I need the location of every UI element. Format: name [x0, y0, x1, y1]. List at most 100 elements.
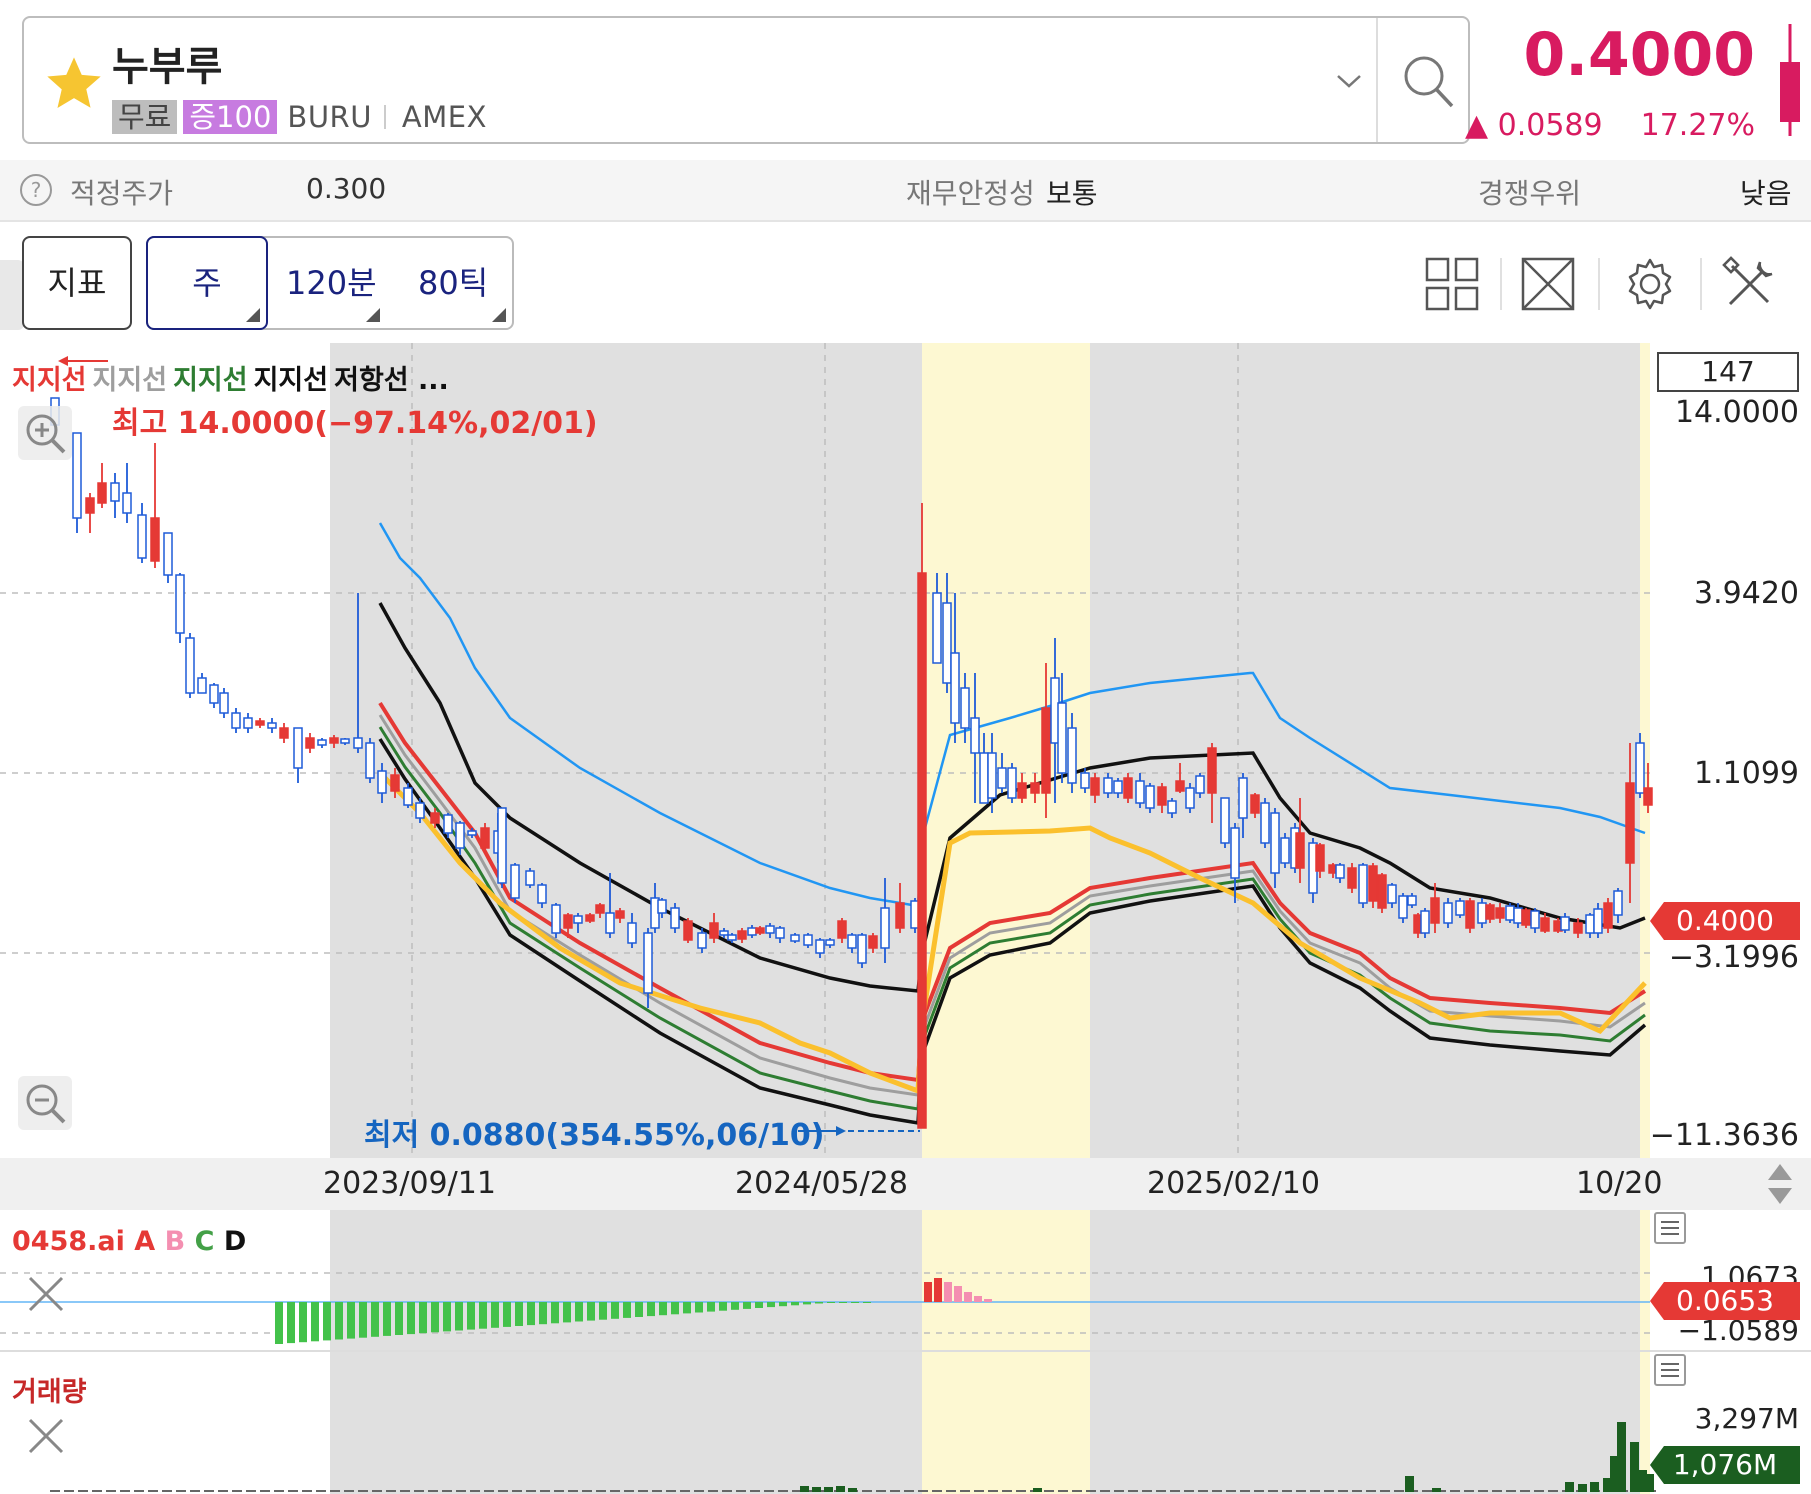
candle-body: [1603, 902, 1613, 929]
period-120min-button[interactable]: 120분: [286, 238, 377, 328]
sub1-tag: 0.0653: [1650, 1282, 1800, 1320]
scroll-updown-icon[interactable]: [1764, 1162, 1796, 1206]
chart-legend[interactable]: 지지선 지지선 지지선 지지선 저항선 ...: [12, 358, 455, 397]
candle-body: [510, 864, 520, 899]
sub1-bar: [707, 1302, 715, 1312]
help-icon[interactable]: ?: [20, 174, 52, 206]
candle-body: [255, 720, 265, 726]
side-panel-handle[interactable]: [0, 260, 24, 330]
date-axis[interactable]: 2023/09/11 2024/05/28 2025/02/10 10/20: [0, 1158, 1811, 1210]
volume-bar: [442, 1490, 452, 1492]
period-week-button[interactable]: 주: [146, 236, 268, 330]
volume-bar: [540, 1490, 550, 1492]
price-change: ▲ 0.0589 17.27%: [1465, 108, 1755, 143]
volume-bar: [330, 1490, 340, 1492]
volume-bar: [904, 1490, 914, 1492]
sub1-bar: [275, 1302, 283, 1344]
sub1-bar: [695, 1302, 703, 1313]
volume-bar: [316, 1490, 326, 1492]
sub1-close-icon[interactable]: [26, 1274, 66, 1314]
volume-bar: [50, 1490, 60, 1492]
candle-body: [1347, 867, 1357, 889]
sub1-name: 0458.ai: [12, 1226, 125, 1257]
candle-body: [1017, 782, 1027, 799]
sub1-bar: [954, 1286, 962, 1302]
max-price-label: 최고 14.0000(−97.14%,02/01): [112, 406, 598, 441]
sub1-bar: [974, 1296, 982, 1302]
candle-body: [365, 742, 375, 779]
candle-body: [790, 934, 800, 942]
date-tick-4: 10/20: [1576, 1166, 1663, 1201]
period-80tick-label: 80틱: [418, 264, 489, 302]
candle-body: [737, 930, 747, 940]
sub1-bar: [551, 1302, 559, 1324]
stock-search-box[interactable]: 누부루 무료 증100 BURU AMEX: [22, 16, 1470, 144]
candle-body: [185, 637, 195, 694]
volume-bar: [582, 1490, 592, 1492]
favorite-star-icon[interactable]: [42, 52, 106, 116]
sub1-bar: [791, 1302, 799, 1306]
volume-bar: [120, 1490, 130, 1492]
fullscreen-icon[interactable]: [1520, 256, 1576, 312]
sub2-close-icon[interactable]: [26, 1416, 66, 1456]
sub1-bar: [671, 1302, 679, 1315]
tools-icon[interactable]: [1722, 256, 1778, 312]
sub1-legend[interactable]: 0458.ai A B C D: [12, 1226, 246, 1257]
stability-label: 재무안정성: [906, 177, 1035, 210]
sub2-menu-icon[interactable]: [1654, 1354, 1686, 1386]
volume-bar: [778, 1490, 788, 1492]
sub2-bg: [1090, 1352, 1640, 1494]
candle-body: [605, 912, 615, 934]
grid-layout-icon[interactable]: [1424, 256, 1480, 312]
sub1-bg: [330, 1210, 922, 1350]
mini-candle-icon: [1780, 24, 1800, 136]
period-80tick-button[interactable]: 80틱: [418, 238, 488, 328]
candle-body: [317, 739, 327, 746]
candle-body: [1358, 864, 1368, 904]
toolbar-divider: [1500, 258, 1502, 310]
indicator-button[interactable]: 지표: [22, 236, 132, 330]
sub1-a: A: [134, 1226, 156, 1257]
zoom-out-icon[interactable]: [18, 1076, 72, 1130]
sub1-bar: [527, 1302, 535, 1326]
volume-bar: [932, 1490, 942, 1492]
candle-body: [1573, 922, 1583, 934]
candle-body: [525, 870, 535, 886]
candle-body: [1477, 902, 1487, 924]
candle-body: [353, 737, 363, 749]
search-button[interactable]: [1376, 18, 1470, 142]
volume-bar: [722, 1490, 732, 1492]
candle-body: [837, 920, 847, 939]
settings-icon[interactable]: [1622, 256, 1678, 312]
sub1-bar: [371, 1302, 379, 1337]
volume-bar: [736, 1490, 746, 1492]
sub1-bar: [964, 1292, 972, 1302]
zoom-in-icon[interactable]: [18, 406, 72, 460]
candle-body: [455, 822, 465, 849]
sub1-b: B: [164, 1226, 186, 1257]
volume-bar: [92, 1490, 102, 1492]
volume-bar: [1565, 1482, 1574, 1492]
sub2-legend[interactable]: 거래량: [12, 1370, 87, 1409]
sub1-bar: [515, 1302, 523, 1326]
candle-body: [709, 922, 719, 939]
volume-bar: [1492, 1490, 1502, 1492]
legend-support-green: 지지선: [173, 365, 248, 396]
chevron-down-icon[interactable]: [1334, 70, 1364, 92]
candle-body: [1455, 900, 1465, 916]
sub1-bar: [335, 1302, 343, 1340]
hamburger-icon: [1661, 1363, 1679, 1377]
volume-bar: [302, 1490, 312, 1492]
volume-bar: [512, 1490, 522, 1492]
chart-bg-white: [0, 343, 330, 1158]
sub1-menu-icon[interactable]: [1654, 1212, 1686, 1244]
volume-bar: [1170, 1490, 1180, 1492]
candle-count-box[interactable]: 147: [1657, 352, 1799, 392]
candle-body: [563, 914, 573, 929]
price-chart[interactable]: [0, 343, 1811, 1494]
volume-bar: [288, 1490, 298, 1492]
toolbar-divider: [1700, 258, 1702, 310]
tag-free: 무료: [112, 100, 178, 134]
candle-body: [1280, 837, 1290, 864]
change-amount: ▲ 0.0589: [1465, 108, 1603, 143]
